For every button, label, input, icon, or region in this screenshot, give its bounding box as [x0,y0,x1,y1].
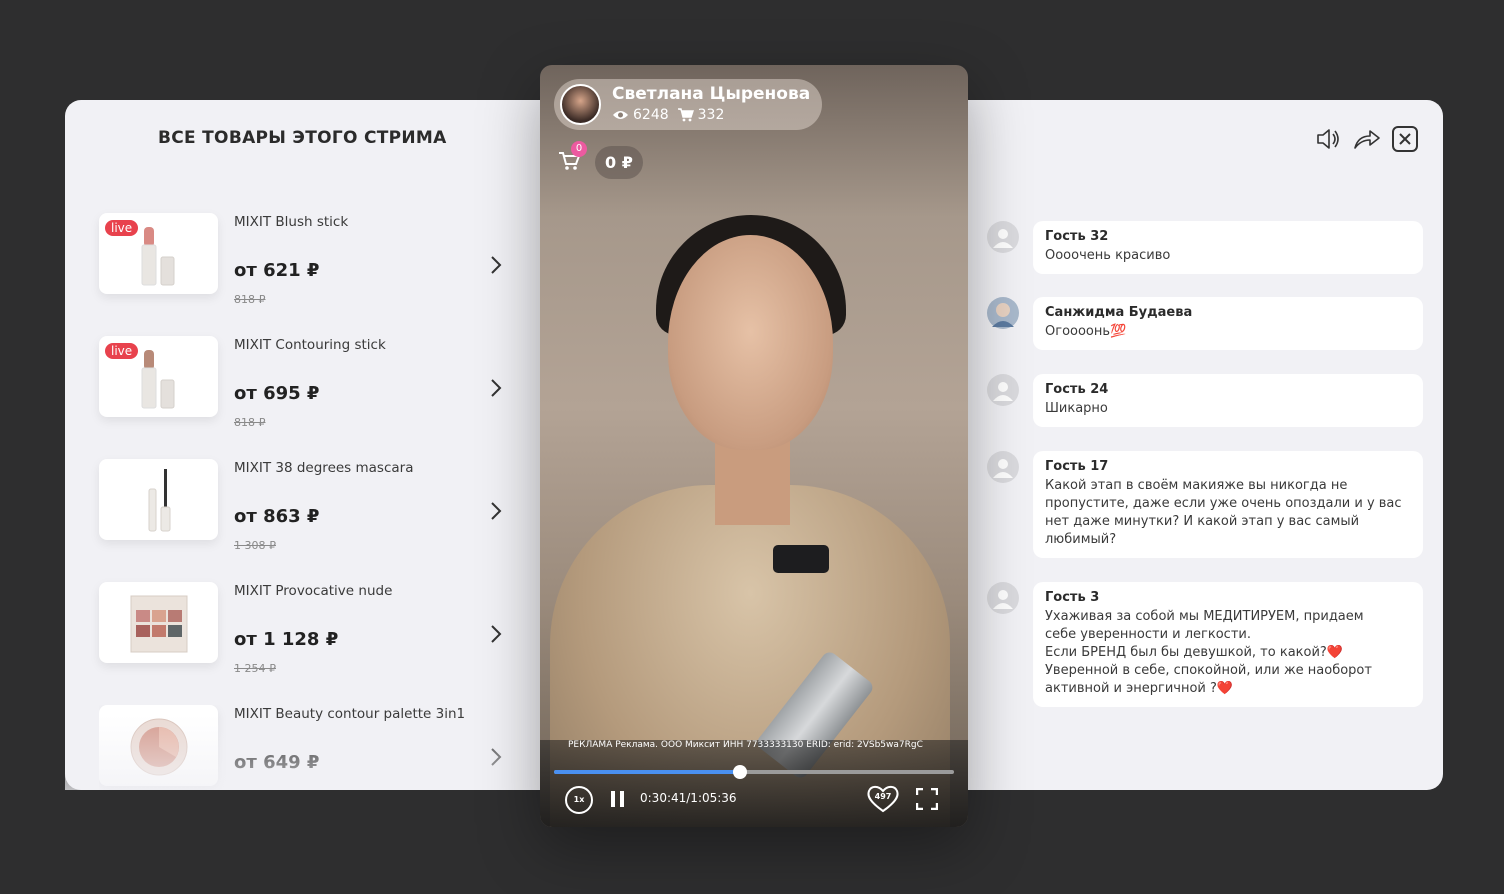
chat-text: Ухаживая за собой мы МЕДИТИРУЕМ, придаем… [1045,609,1372,696]
live-badge: live [105,343,139,359]
chat-text: Огоооонь💯 [1045,324,1127,339]
product-price: от 621 ₽ [234,260,320,281]
product-image [99,582,218,663]
fullscreen-icon[interactable] [916,788,938,810]
product-item[interactable]: MIXIT Provocative nude от 1 128 ₽ 1 254 … [99,582,519,682]
chat-author: Гость 32 [1045,229,1109,244]
product-price: от 1 128 ₽ [234,629,339,650]
product-price: от 863 ₽ [234,506,320,527]
chevron-right-icon[interactable] [487,501,505,521]
chat-author: Гость 17 [1045,459,1109,474]
chat-bubble: Гость 24 Шикарно [1033,374,1423,427]
cart-icon [677,108,694,122]
chat-author: Гость 24 [1045,382,1109,397]
purchase-count: 332 [697,107,725,123]
eye-icon [613,111,628,119]
product-price: от 695 ₽ [234,383,320,404]
chat-bubble: Гость 17 Какой этап в своём макияже вы н… [1033,451,1423,558]
product-name: MIXIT Beauty contour palette 3in1 [234,706,466,722]
player-controls [540,740,968,827]
chevron-right-icon[interactable] [487,378,505,398]
chevron-right-icon[interactable] [487,624,505,644]
chat-bubble: Санжидма Будаева Огоооонь💯 [1033,297,1423,350]
product-old-price: 818 ₽ [234,416,266,429]
ad-disclaimer: РЕКЛАМА Реклама. ООО Миксит ИНН 77333331… [568,740,923,750]
avatar [987,451,1019,483]
cart-count-badge: 0 [571,141,587,157]
avatar [987,297,1019,329]
eyeshadow-palette-image [130,595,188,653]
contour-palette-image [130,718,188,776]
product-price: от 649 ₽ [234,752,320,773]
chevron-right-icon[interactable] [487,747,505,767]
product-image: live [99,213,218,294]
product-image: live [99,336,218,417]
chat-author: Санжидма Будаева [1045,305,1193,320]
product-old-price: 818 ₽ [234,293,266,306]
progress-fill [554,770,740,774]
streamer-avatar [560,84,601,125]
video-player[interactable]: Светлана Цыренова 6248 332 0 0 ₽ РЕКЛАМА… [540,65,968,827]
chat-text: Шикарно [1045,401,1108,416]
mascara-image [148,469,171,532]
avatar [987,221,1019,253]
viewer-count: 6248 [633,107,669,123]
progress-handle[interactable] [733,765,747,779]
product-old-price: 1 308 ₽ [234,539,276,552]
chat-text: Какой этап в своём макияже вы никогда не… [1045,478,1402,547]
products-panel-title: ВСЕ ТОВАРЫ ЭТОГО СТРИМА [158,128,447,148]
product-item[interactable]: live MIXIT Blush stick от 621 ₽ 818 ₽ [99,213,519,313]
chat-bubble: Гость 32 Оооочень красиво [1033,221,1423,274]
chevron-right-icon[interactable] [487,255,505,275]
streamer-name: Светлана Цыренова [612,84,811,104]
streamer-info[interactable]: Светлана Цыренова 6248 332 [554,79,822,130]
pause-icon[interactable] [610,790,626,808]
avatar [987,582,1019,614]
stream-stats: 6248 332 [612,107,724,123]
product-item[interactable]: MIXIT 38 degrees mascara от 863 ₽ 1 308 … [99,459,519,559]
like-count: 497 [874,792,892,801]
product-name: MIXIT 38 degrees mascara [234,460,414,476]
cart-total[interactable]: 0 ₽ [595,146,643,179]
product-item[interactable]: MIXIT Beauty contour palette 3in1 от 649… [99,705,519,790]
product-image [99,459,218,540]
chat-author: Гость 3 [1045,590,1100,605]
speed-button[interactable]: 1x [565,786,593,814]
product-name: MIXIT Blush stick [234,214,349,230]
progress-bar[interactable] [554,765,954,779]
avatar [987,374,1019,406]
playback-time: 0:30:41/1:05:36 [640,791,737,805]
volume-icon[interactable] [1314,125,1342,153]
product-image [99,705,218,786]
close-icon[interactable] [1392,125,1418,153]
product-old-price: 1 254 ₽ [234,662,276,675]
chat-text: Оооочень красиво [1045,248,1171,263]
product-name: MIXIT Contouring stick [234,337,386,353]
product-item[interactable]: live MIXIT Contouring stick от 695 ₽ 818… [99,336,519,436]
chat-bubble: Гость 3 Ухаживая за собой мы МЕДИТИРУЕМ,… [1033,582,1423,707]
share-icon[interactable] [1352,125,1382,153]
live-badge: live [105,220,139,236]
product-name: MIXIT Provocative nude [234,583,393,599]
